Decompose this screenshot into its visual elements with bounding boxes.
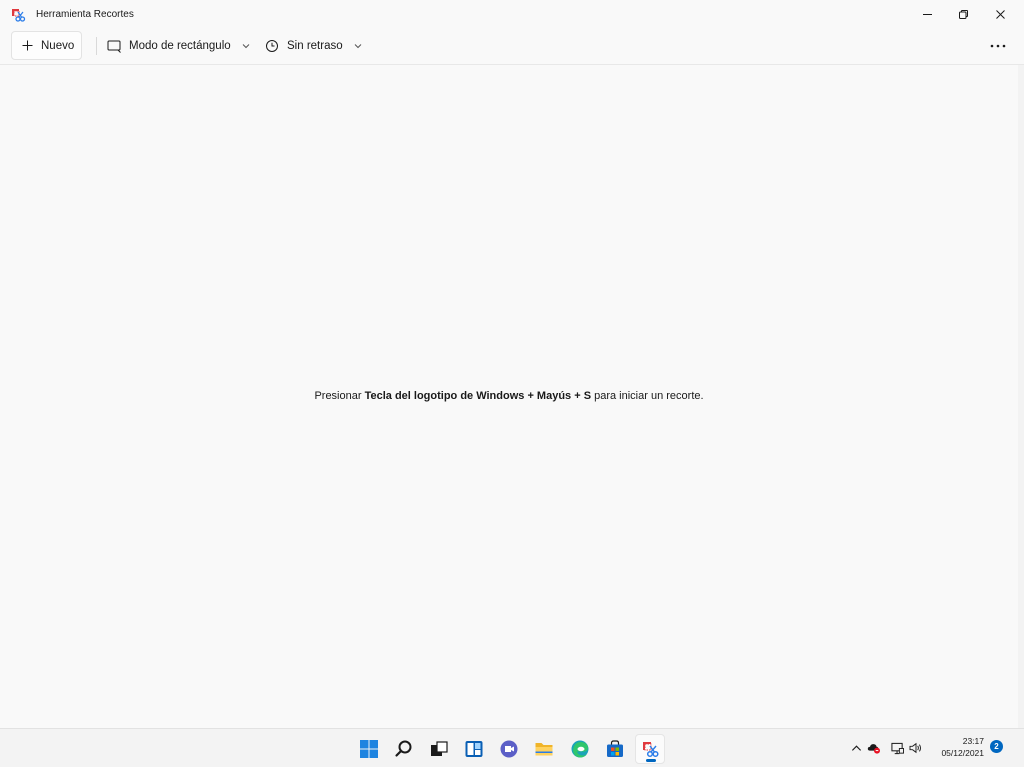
start-button[interactable] — [354, 734, 384, 764]
onedrive-status-button[interactable] — [867, 741, 881, 755]
taskbar-clock[interactable]: 23:17 05/12/2021 — [932, 735, 984, 759]
restore-icon — [958, 9, 968, 19]
clock-date: 05/12/2021 — [941, 748, 984, 758]
minimize-icon — [922, 13, 932, 15]
snipping-tool-icon — [643, 742, 659, 758]
task-view-icon — [431, 741, 448, 756]
speaker-icon — [909, 742, 921, 754]
snipping-tool-taskbar-button[interactable] — [635, 734, 665, 764]
toolbar-divider — [96, 37, 97, 55]
search-button[interactable] — [389, 734, 419, 764]
restore-button[interactable] — [945, 0, 981, 28]
edge-icon — [571, 740, 589, 758]
chevron-down-icon — [242, 43, 250, 48]
hint-suffix: para iniciar un recorte. — [591, 390, 704, 402]
window-right-edge — [1018, 65, 1024, 728]
new-snip-label: Nuevo — [41, 39, 75, 52]
clock-icon — [266, 39, 278, 52]
more-icon — [990, 44, 1006, 47]
snip-mode-dropdown[interactable]: Modo de rectángulo — [107, 31, 250, 60]
new-snip-button[interactable]: Nuevo — [11, 31, 82, 60]
file-explorer-icon — [535, 743, 553, 756]
network-icon — [890, 742, 904, 754]
hint-prefix: Presionar — [314, 390, 365, 402]
delay-label: Sin retraso — [287, 39, 343, 52]
snip-mode-label: Modo de rectángulo — [129, 39, 231, 52]
more-options-button[interactable] — [985, 31, 1011, 60]
edge-button[interactable] — [565, 734, 595, 764]
clock-time: 23:17 — [962, 736, 984, 746]
toolbar: Nuevo Modo de rectángulo Sin retraso — [0, 28, 1024, 65]
search-icon — [395, 740, 412, 757]
widgets-button[interactable] — [459, 734, 489, 764]
notification-badge[interactable]: 2 — [990, 740, 1003, 753]
store-button[interactable] — [600, 734, 630, 764]
file-explorer-button[interactable] — [529, 734, 559, 764]
snip-hint-text: Presionar Tecla del logotipo de Windows … — [0, 390, 1018, 402]
teams-chat-icon — [500, 740, 518, 758]
close-icon — [995, 9, 1005, 19]
store-icon — [607, 740, 623, 757]
close-button[interactable] — [982, 0, 1018, 28]
plus-icon — [22, 40, 33, 51]
start-icon — [360, 740, 378, 758]
cloud-error-icon — [867, 744, 880, 754]
hint-shortcut: Tecla del logotipo de Windows + Mayús + … — [364, 390, 592, 402]
active-app-indicator — [646, 759, 656, 762]
snipping-tool-app-icon — [10, 7, 26, 23]
chevron-up-icon — [851, 744, 861, 751]
chevron-down-icon — [354, 43, 361, 48]
title-bar: Herramienta Recortes — [0, 0, 1024, 28]
taskbar — [0, 728, 1024, 767]
delay-dropdown[interactable]: Sin retraso — [265, 31, 362, 60]
minimize-button[interactable] — [909, 0, 945, 28]
rectangle-mode-icon — [107, 40, 121, 53]
network-button[interactable] — [890, 741, 904, 755]
window-title: Herramienta Recortes — [36, 9, 134, 20]
teams-chat-button[interactable] — [494, 734, 524, 764]
task-view-button[interactable] — [424, 734, 454, 764]
volume-button[interactable] — [909, 741, 923, 755]
widgets-icon — [465, 741, 483, 757]
show-hidden-icons-button[interactable] — [849, 741, 863, 755]
